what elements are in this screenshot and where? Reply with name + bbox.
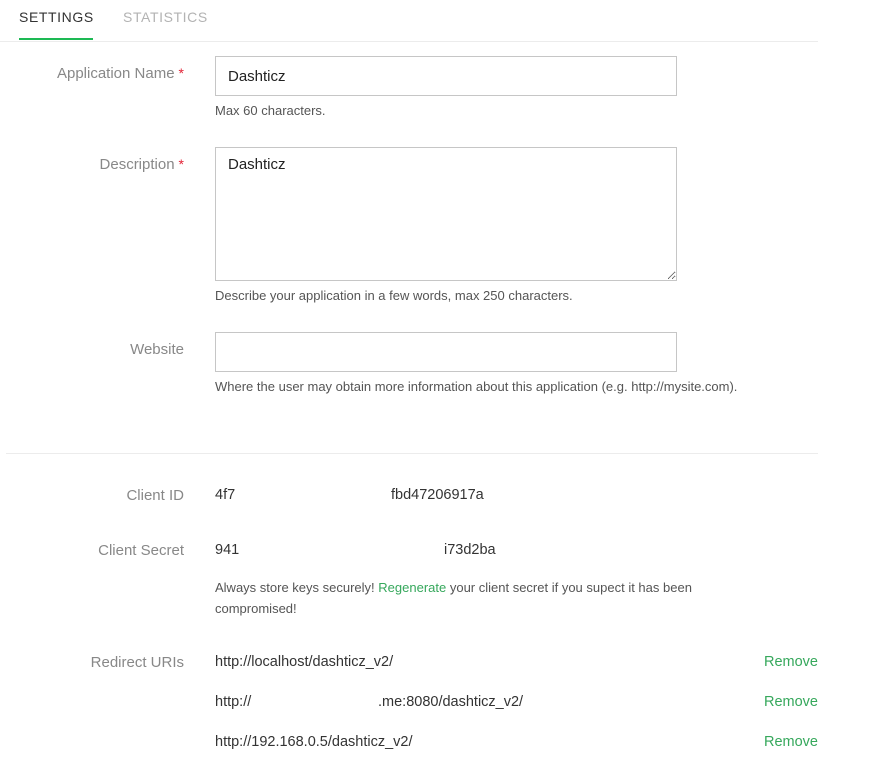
remove-redirect-uri-2-button[interactable]: Remove — [764, 694, 818, 710]
active-tab-indicator — [19, 38, 93, 40]
website-label-text: Website — [130, 341, 184, 358]
redirect-uris-label: Redirect URIs — [90, 654, 184, 671]
tab-settings[interactable]: SETTINGS — [19, 9, 94, 25]
client-secret-value-end: i73d2ba — [444, 542, 496, 558]
tab-statistics[interactable]: STATISTICS — [123, 9, 208, 25]
redirect-uri-1-start: http://localhost/dashticz_v2/ — [215, 654, 394, 670]
remove-redirect-uri-3-button[interactable]: Remove — [764, 734, 818, 750]
required-asterisk: * — [178, 65, 184, 81]
remove-redirect-uri-1-button[interactable]: Remove — [764, 654, 818, 670]
website-label: Website — [130, 341, 184, 358]
application-name-input[interactable] — [215, 56, 677, 96]
client-id-label: Client ID — [126, 487, 184, 504]
section-divider — [6, 453, 818, 454]
client-secret-value-start: 941 — [215, 542, 240, 558]
regenerate-link[interactable]: Regenerate — [378, 580, 446, 595]
tab-bar: SETTINGS STATISTICS — [0, 0, 818, 42]
application-name-label: Application Name * — [57, 65, 184, 82]
required-asterisk: * — [178, 156, 184, 172]
client-secret-note: Always store keys securely! Regenerate y… — [215, 577, 745, 619]
application-name-label-text: Application Name — [56, 65, 175, 82]
client-id-value-start: 4f7 — [215, 487, 236, 503]
description-textarea[interactable]: Dashticz — [215, 147, 677, 281]
redirect-uri-3-start: http://192.168.0.5/dashticz_v2/ — [215, 734, 413, 750]
website-help: Where the user may obtain more informati… — [215, 379, 738, 394]
description-label: Description * — [100, 156, 184, 173]
description-help: Describe your application in a few words… — [215, 288, 573, 303]
redirect-uri-2-end: .me:8080/dashticz_v2/ — [378, 694, 524, 710]
client-id-value-end: fbd47206917a — [391, 487, 484, 503]
client-secret-label: Client Secret — [98, 542, 184, 559]
client-secret-note-before: Always store keys securely! — [215, 580, 379, 595]
website-input[interactable] — [215, 332, 677, 372]
description-label-text: Description — [99, 156, 175, 173]
application-name-help: Max 60 characters. — [215, 103, 326, 118]
redirect-uri-2-start: http:// — [215, 694, 252, 710]
